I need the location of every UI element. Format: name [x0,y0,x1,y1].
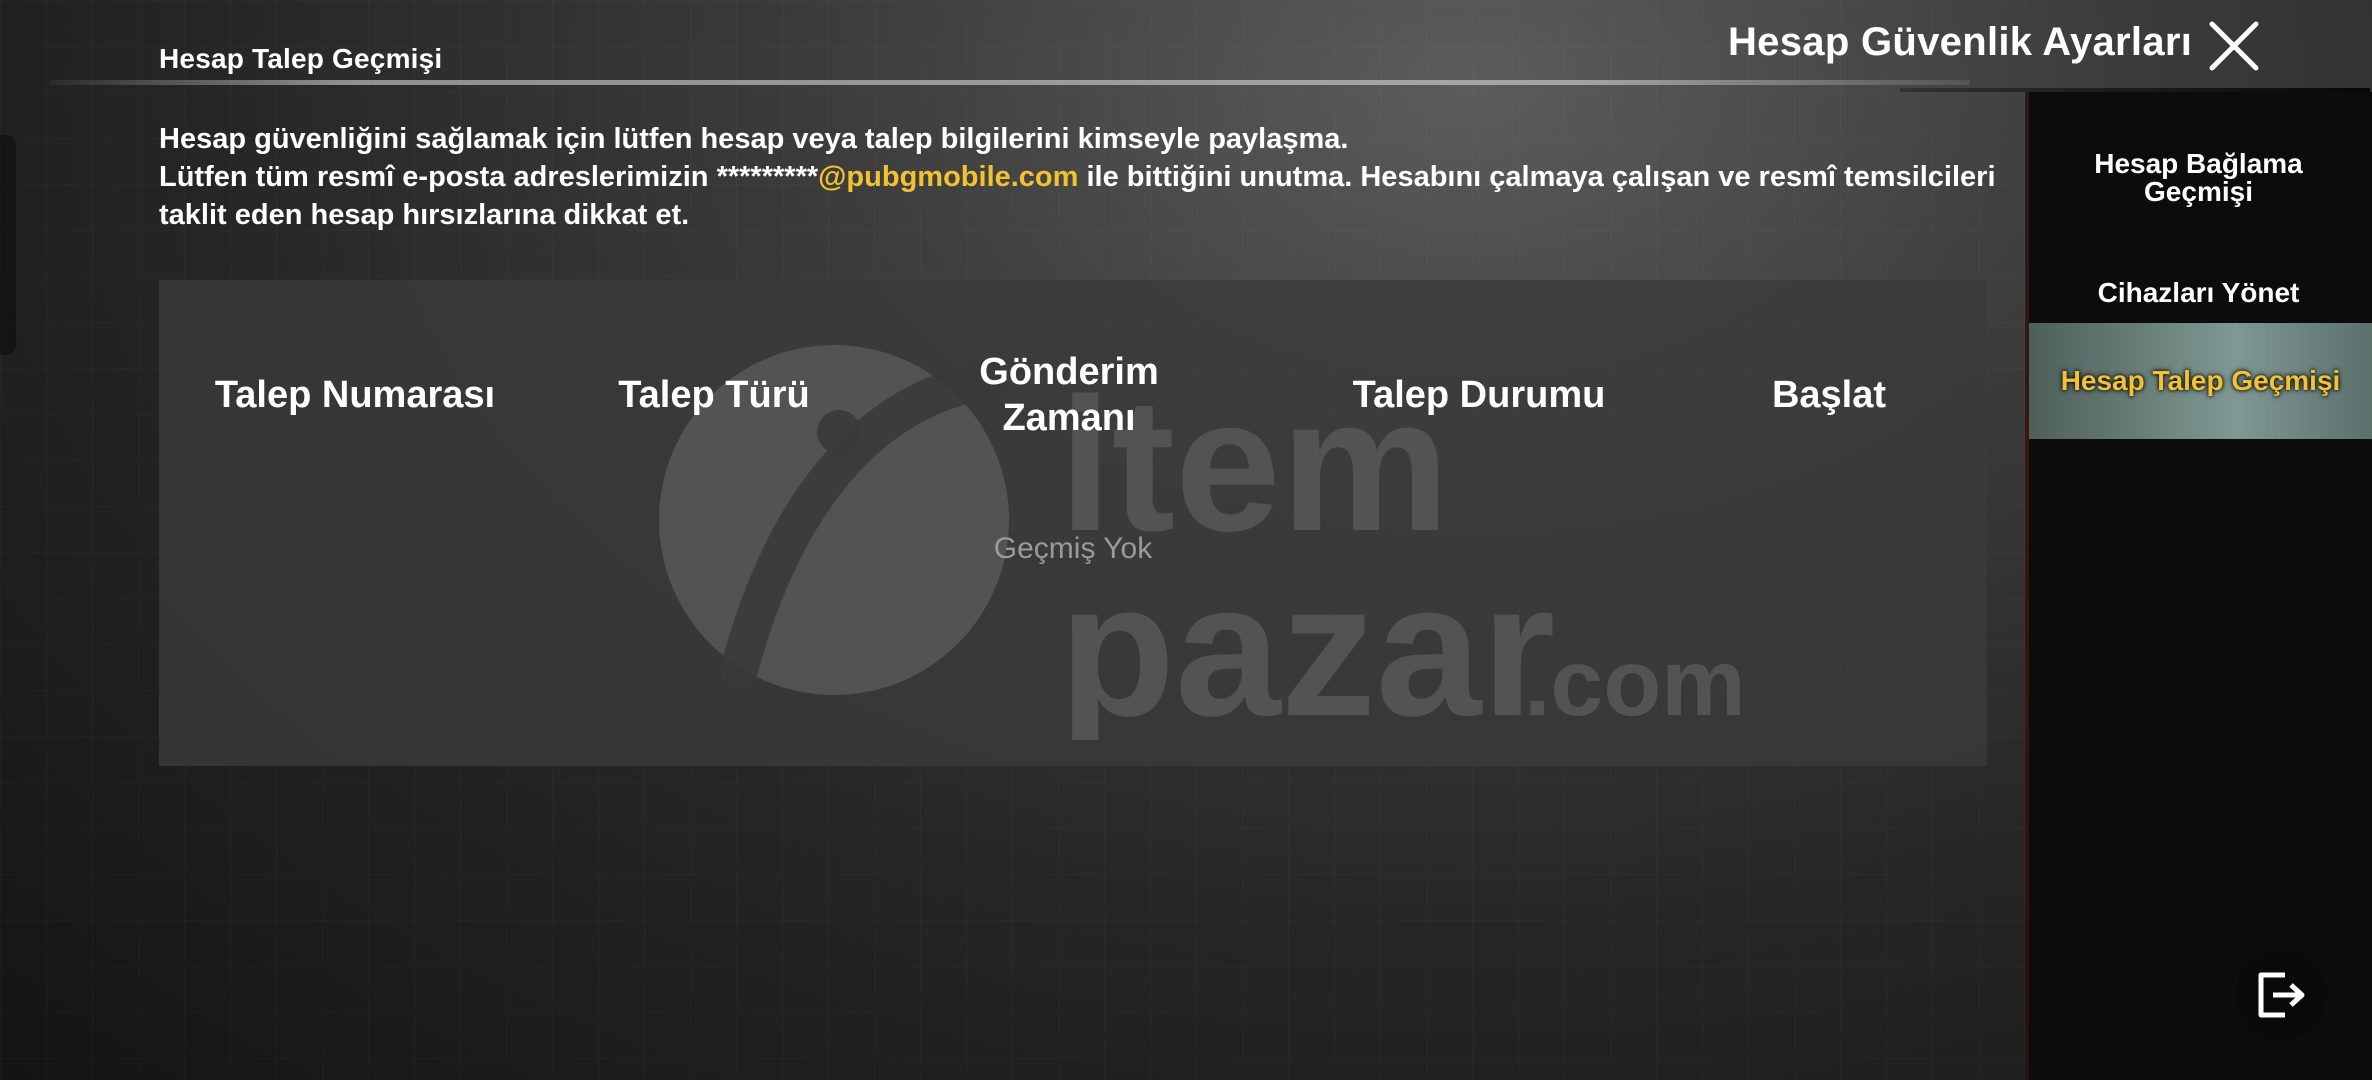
close-button[interactable] [2206,18,2262,74]
security-notice: Hesap güvenliğini sağlamak için lütfen h… [159,120,2009,234]
column-header-request-status: Talep Durumu [1352,374,1606,416]
empty-state-text: Geçmiş Yok [993,532,1153,565]
request-history-table: item pazar .com Talep Numarası Talep Tür… [159,280,1987,766]
column-header-start: Başlat [1771,374,1887,416]
notice-line-2-prefix: Lütfen tüm resmî e-posta adreslerimizin … [159,161,819,193]
exit-icon [2258,972,2305,1018]
sidebar-border [2025,92,2029,1080]
close-icon [2209,21,2259,71]
sidebar-item-account-request-history[interactable]: Hesap Talep Geçmişi [2025,323,2372,439]
notice-line-2: Lütfen tüm resmî e-posta adreslerimizin … [159,158,2009,234]
column-header-request-type: Talep Türü [618,374,810,416]
official-email-domain: @pubgmobile.com [818,161,1079,193]
watermark-suffix: .com [1524,630,1746,736]
notice-line-1: Hesap güvenliğini sağlamak için lütfen h… [159,123,1349,155]
page-title: Hesap Talep Geçmişi [159,43,443,74]
watermark-line-2: pazar [1059,544,1555,740]
exit-button[interactable] [2236,950,2326,1040]
column-header-submission-time: Gönderim Zamanı [979,351,1159,439]
sidebar-item-account-binding-history[interactable]: Hesap Bağlama Geçmişi [2025,120,2372,236]
left-edge-handle [0,135,16,355]
column-header-request-number: Talep Numarası [214,374,496,416]
settings-sidebar: Hesap Bağlama Geçmişi Cihazları Yönet He… [2025,92,2372,1080]
settings-header-title: Hesap Güvenlik Ayarları [1728,20,2193,64]
header-divider [50,80,1970,85]
